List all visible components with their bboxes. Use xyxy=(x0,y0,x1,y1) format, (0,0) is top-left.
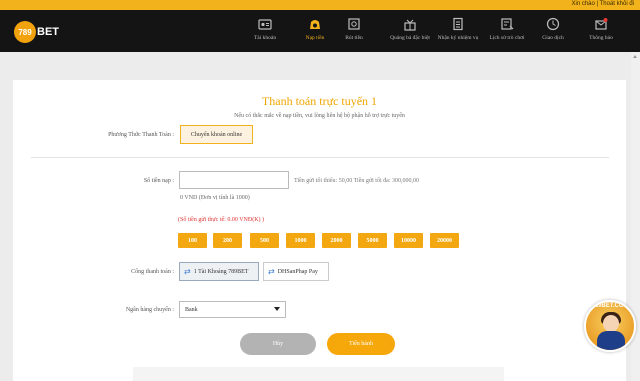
amount-label: Số tiền nạp : xyxy=(143,178,174,184)
nav-label: Lịch sử trò chơi xyxy=(489,35,525,41)
amount-chip[interactable]: 10000 xyxy=(394,233,423,248)
nav-item-withdraw[interactable]: Rút tiền xyxy=(332,14,376,48)
mission-icon xyxy=(453,17,463,31)
nav-item-promotion[interactable]: Quảng bá đặc biệt xyxy=(388,14,432,48)
nav-label: Quảng bá đặc biệt xyxy=(390,35,430,41)
nav-item-deposit[interactable]: Nạp tiền xyxy=(293,14,337,48)
amount-chip[interactable]: 20000 xyxy=(430,233,459,248)
chevron-down-icon xyxy=(274,307,280,311)
nav-label: Thông báo xyxy=(589,35,613,41)
brand-logo[interactable]: 789 BET xyxy=(14,20,59,44)
top-strip: Xin chào | Thoát khỏi đi xyxy=(0,0,640,10)
nav-item-game-history[interactable]: Lịch sử trò chơi xyxy=(485,14,529,48)
deposit-panel: Thanh toán trực tuyến 1 Nếu có thắc mắc … xyxy=(13,80,626,381)
nav-label: Tài khoản xyxy=(253,35,277,41)
gateway-label: Cổng thanh toán : xyxy=(131,269,174,275)
bank-selected-value: Bank xyxy=(185,306,198,313)
amount-chip[interactable]: 500 xyxy=(250,233,279,248)
amount-chip[interactable]: 1000 xyxy=(286,233,315,248)
mascot-site-text: 789BET.COM xyxy=(591,303,629,309)
game-history-icon xyxy=(501,18,514,30)
deposit-icon xyxy=(310,20,320,29)
method-label: Phương Thức Thanh Toán : xyxy=(108,132,174,138)
transaction-icon xyxy=(546,17,560,31)
notification-icon xyxy=(595,18,608,30)
cancel-button[interactable]: Hủy xyxy=(240,333,316,355)
promotion-icon xyxy=(404,19,416,31)
nav-item-transaction[interactable]: Giao dịch xyxy=(531,14,575,48)
submit-button[interactable]: Tiến hành xyxy=(327,333,395,355)
account-icon xyxy=(258,19,272,30)
nav-item-notification[interactable]: Thông báo xyxy=(579,14,623,48)
amount-chip[interactable]: 100 xyxy=(178,233,207,248)
page-subtitle: Nếu có thắc mắc về nạp tiền, vui lòng li… xyxy=(234,113,405,119)
nav-label: Giao dịch xyxy=(542,35,564,41)
gateway-option-pay[interactable]: ⇄ DHSanPhap Pay xyxy=(263,262,329,281)
bank-select[interactable]: Bank xyxy=(179,301,286,318)
method-online-transfer[interactable]: Chuyển khoản online xyxy=(180,125,253,144)
nav-label: Rút tiền xyxy=(345,35,363,41)
bank-label: Ngân hàng chuyển : xyxy=(125,307,174,313)
gateway-option-label: 1 Tài Khoảng 789BET xyxy=(193,268,249,275)
amount-input[interactable] xyxy=(179,171,289,189)
logo-text: BET xyxy=(37,26,59,38)
amount-chip[interactable]: 5000 xyxy=(358,233,387,248)
actual-deposit-note: (Số tiền gửi thực tế: 0.00 VNĐ(K) ) xyxy=(178,217,265,223)
link-icon: ⇄ xyxy=(268,267,275,276)
withdraw-icon xyxy=(348,18,360,30)
user-greeting[interactable]: Xin chào | Thoát khỏi đi xyxy=(572,1,635,7)
vnd-note: 0 VND (Đơn vị tính là 1000) xyxy=(180,195,250,201)
nav-label: Nạp tiền xyxy=(305,35,325,41)
amount-chip[interactable]: 200 xyxy=(213,233,242,248)
gateway-option-label: DHSanPhap Pay xyxy=(277,268,318,275)
footer-box xyxy=(133,367,504,381)
divider xyxy=(31,157,609,158)
nav-label: Nhận ký nhiệm vụ xyxy=(437,35,479,41)
nav-item-mission[interactable]: Nhận ký nhiệm vụ xyxy=(436,14,480,48)
deposit-limits: Tiền gửi tối thiểu: 50,00 Tiền gửi tối đ… xyxy=(294,178,419,184)
page-title: Thanh toán trực tuyến 1 xyxy=(261,94,378,108)
gateway-option-789bet[interactable]: ⇄ 1 Tài Khoảng 789BET xyxy=(179,262,259,281)
link-icon: ⇄ xyxy=(184,267,191,276)
nav-item-account[interactable]: Tài khoản xyxy=(243,14,287,48)
logo-badge: 789 xyxy=(14,21,36,43)
mascot-face xyxy=(603,315,619,332)
main-nav: 789 BET Tài khoản Nạp tiền Rút tiền Quản… xyxy=(0,10,640,52)
mascot-body xyxy=(597,331,625,350)
amount-chip[interactable]: 2000 xyxy=(322,233,351,248)
scroll-up-icon[interactable] xyxy=(633,55,637,58)
support-mascot[interactable]: 789BET.COM xyxy=(584,300,636,352)
